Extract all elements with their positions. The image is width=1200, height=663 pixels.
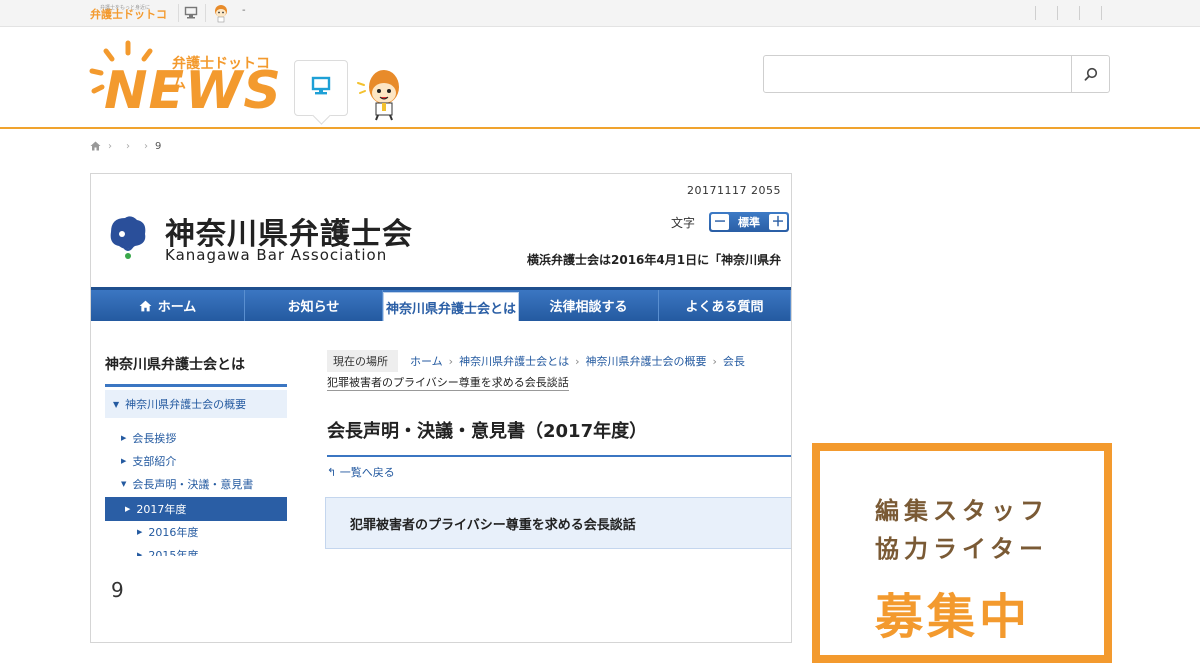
breadcrumb-separator: ›	[108, 140, 112, 152]
banner-line-3: 募集中	[875, 589, 1032, 645]
banner-line-1: 編集スタッフ	[875, 497, 1049, 525]
site-header: 弁護士ドットコム NEWS	[0, 27, 1200, 129]
kba-sidebar-subitem[interactable]: ▶ 2015年度	[137, 545, 198, 556]
kba-global-nav: ホーム お知らせ 神奈川県弁護士会とは 法律相談する よくある質問	[91, 287, 791, 321]
computer-icon	[311, 76, 331, 95]
kba-logo-icon	[110, 216, 146, 259]
kba-sidebar-item[interactable]: ▼ 会長声明・決議・意見書	[121, 474, 253, 494]
kba-sidebar-subitem-label: 2016年度	[148, 526, 199, 539]
kba-sidebar-title: 神奈川県弁護士会とは	[105, 357, 245, 373]
divider	[1079, 6, 1080, 20]
divider	[1035, 6, 1036, 20]
search-icon	[1084, 67, 1097, 81]
kba-nav-faq[interactable]: よくある質問	[659, 290, 791, 321]
kba-nav-home[interactable]: ホーム	[91, 290, 245, 321]
breadcrumb-separator: ›	[448, 354, 454, 368]
kba-breadcrumb-current: 犯罪被害者のプライバシー尊重を求める会長談話	[327, 376, 569, 391]
kba-nav-label: ホーム	[157, 300, 197, 315]
divider	[1057, 6, 1058, 20]
kba-back-link-label: 一覧へ戻る	[339, 466, 395, 479]
screenshot-date: 20171117 2055	[687, 184, 781, 197]
kba-breadcrumb-here: 現在の場所	[327, 350, 398, 372]
recruit-banner[interactable]: 編集スタッフ 協力ライター 募集中	[812, 443, 1112, 663]
kba-sidebar-section-label: 神奈川県弁護士会の概要	[125, 398, 247, 411]
rename-notice: 横浜弁護士会は2016年4月1日に「神奈川県弁	[527, 253, 782, 267]
kba-nav-news[interactable]: お知らせ	[245, 290, 383, 321]
kba-sidebar-item[interactable]: ▶ 支部紹介	[121, 451, 176, 471]
breadcrumb-separator: ›	[575, 354, 580, 368]
kba-nav-label: 神奈川県弁護士会とは	[385, 301, 516, 317]
kba-sidebar-subitem[interactable]: ▶ 2016年度	[137, 522, 198, 542]
triangle-right-icon: ▶	[125, 505, 131, 513]
breadcrumb: › › › 9	[90, 138, 161, 154]
home-icon	[139, 300, 152, 311]
divider	[205, 4, 206, 22]
kba-nav-about[interactable]: 神奈川県弁護士会とは	[383, 292, 519, 321]
divider	[1101, 6, 1102, 20]
kba-sidebar-subitem-label: 2015年度	[148, 549, 199, 556]
font-size-control: － 標準 ＋	[709, 212, 789, 232]
breadcrumb-separator: ›	[144, 140, 148, 152]
article-screenshot: 20171117 2055 神奈川県弁護士会 Kanagawa Bar Asso…	[91, 174, 791, 556]
divider	[105, 384, 287, 387]
site-logo[interactable]: 弁護士ドットコム NEWS	[88, 39, 281, 121]
home-icon[interactable]	[90, 141, 101, 151]
search-box	[763, 55, 1110, 93]
mini-logo-tagline: 弁護士をもっと身近に	[100, 5, 151, 11]
font-size-value: 標準	[738, 216, 760, 229]
divider	[327, 455, 791, 457]
logo-news-text: NEWS	[104, 61, 282, 121]
kba-breadcrumb-item[interactable]: 会長	[723, 353, 745, 369]
kba-back-link[interactable]: ↰ 一覧へ戻る	[327, 464, 395, 480]
kba-sidebar-subitem-label: 2017年度	[136, 503, 187, 516]
search-button[interactable]	[1071, 56, 1109, 92]
kba-breadcrumb-item[interactable]: ホーム	[410, 353, 443, 369]
kba-nav-label: お知らせ	[287, 300, 340, 315]
font-decrease-button[interactable]: －	[711, 214, 729, 230]
search-input[interactable]	[764, 56, 1072, 92]
triangle-down-icon: ▼	[113, 399, 120, 409]
kba-statement-title: 犯罪被害者のプライバシー尊重を求める会長談話	[350, 518, 636, 533]
mascot-icon[interactable]	[212, 3, 230, 23]
triangle-right-icon: ▶	[137, 528, 143, 536]
kba-sidebar-item-label: 支部紹介	[132, 455, 177, 468]
kba-sidebar-section[interactable]: ▼ 神奈川県弁護士会の概要	[105, 390, 287, 418]
font-increase-button[interactable]: ＋	[769, 214, 787, 230]
mascot-icon[interactable]	[356, 65, 408, 121]
article-image-card: 20171117 2055 神奈川県弁護士会 Kanagawa Bar Asso…	[90, 173, 792, 643]
kba-statement-title-box: 犯罪被害者のプライバシー尊重を求める会長談話	[325, 497, 791, 549]
kba-sidebar-item[interactable]: ▶ 会長挨拶	[121, 428, 176, 448]
image-caption: 9	[111, 578, 124, 602]
topbar-dash: -	[242, 5, 246, 16]
kba-breadcrumb: 現在の場所 ホーム › 神奈川県弁護士会とは › 神奈川県弁護士会の概要 › 会…	[327, 350, 745, 372]
kba-sidebar-item-label: 会長挨拶	[132, 432, 177, 445]
divider	[178, 4, 179, 22]
breadcrumb-separator: ›	[712, 354, 717, 368]
pc-view-button[interactable]	[294, 60, 348, 116]
kba-nav-label: よくある質問	[685, 300, 764, 315]
back-arrow-icon: ↰	[327, 466, 337, 479]
breadcrumb-current: 9	[155, 140, 162, 152]
kba-breadcrumb-item[interactable]: 神奈川県弁護士会とは	[459, 353, 569, 369]
kba-name-en: Kanagawa Bar Association	[165, 246, 388, 264]
kba-nav-consult[interactable]: 法律相談する	[519, 290, 659, 321]
kba-nav-label: 法律相談する	[549, 300, 628, 315]
kba-sidebar-item-label: 会長声明・決議・意見書	[132, 478, 254, 491]
computer-icon[interactable]	[184, 6, 198, 20]
banner-line-2: 協力ライター	[875, 535, 1049, 563]
font-size-label: 文字	[671, 216, 696, 230]
triangle-down-icon: ▼	[121, 480, 127, 488]
triangle-right-icon: ▶	[137, 551, 143, 556]
kba-breadcrumb-item[interactable]: 神奈川県弁護士会の概要	[585, 353, 706, 369]
breadcrumb-separator: ›	[126, 140, 130, 152]
kba-page-heading: 会長声明・決議・意見書（2017年度）	[327, 421, 648, 442]
kba-sidebar-subitem-active[interactable]: ▶ 2017年度	[105, 497, 287, 521]
mini-site-logo[interactable]: 弁護士をもっと身近に 弁護士ドットコム	[90, 3, 170, 45]
top-utility-bar: 弁護士をもっと身近に 弁護士ドットコム -	[0, 0, 1200, 45]
triangle-right-icon: ▶	[121, 457, 127, 465]
triangle-right-icon: ▶	[121, 434, 127, 442]
